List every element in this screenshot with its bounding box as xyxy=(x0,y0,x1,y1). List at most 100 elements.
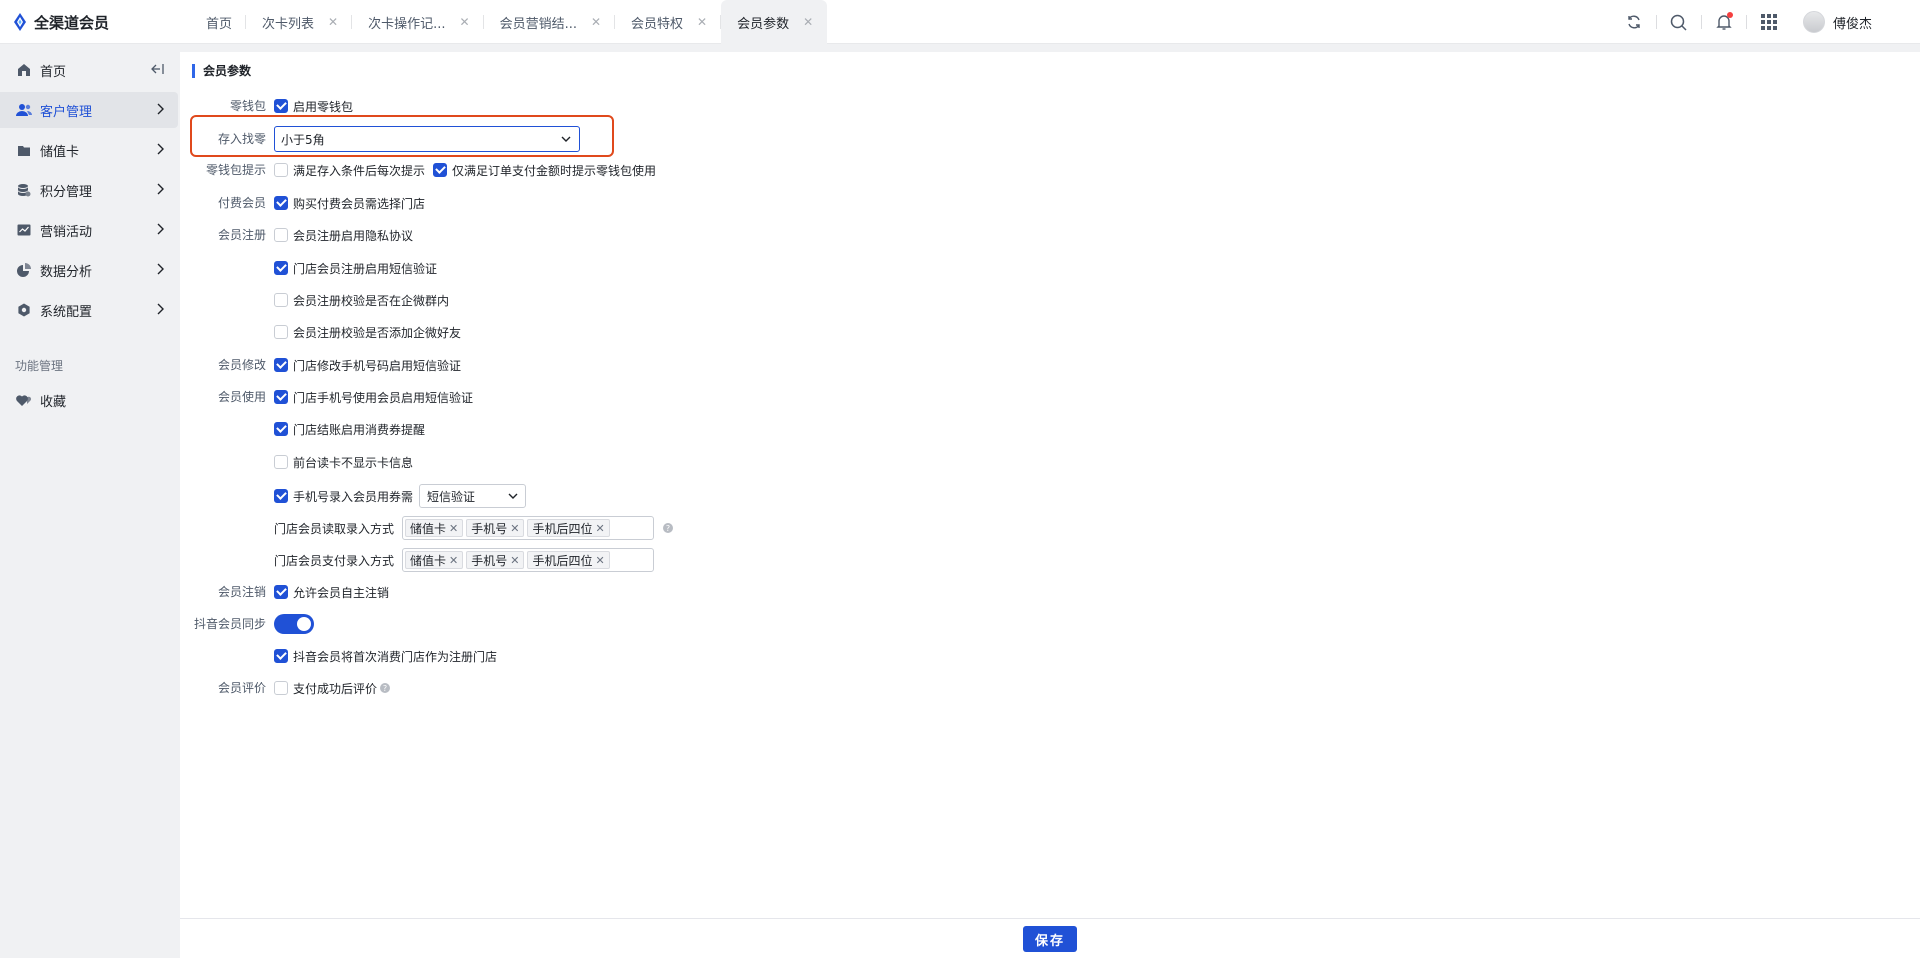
footer-bar: 保存 xyxy=(180,918,1920,958)
douyin-first-store-checkbox[interactable] xyxy=(274,649,288,663)
row-content: 门店会员读取录入方式 储值卡 ✕ 手机号 ✕ 手机后四位 ✕ ? xyxy=(274,516,674,540)
change-select[interactable]: 小于5角 xyxy=(274,126,580,152)
save-button[interactable]: 保存 xyxy=(1023,926,1077,952)
row-content: 门店会员支付录入方式 储值卡 ✕ 手机号 ✕ 手机后四位 ✕ xyxy=(274,548,655,572)
row-content: 门店结账启用消费券提醒 xyxy=(274,419,433,439)
wallet-tip-order-checkbox[interactable] xyxy=(433,163,448,177)
sidebar-item-label: 收藏 xyxy=(40,394,67,410)
register-sms-checkbox[interactable] xyxy=(274,261,288,275)
tab-label: 首页 xyxy=(206,16,233,32)
paid-store-checkbox[interactable] xyxy=(274,196,288,210)
row-label: 会员注销 xyxy=(217,585,266,599)
wallet-tip-every-checkbox[interactable] xyxy=(274,163,288,177)
help-icon[interactable]: ? xyxy=(380,683,391,693)
use-phone-sms-checkbox[interactable] xyxy=(274,390,288,404)
row-content: 手机号录入会员用券需 短信验证 xyxy=(274,484,527,508)
home-icon xyxy=(16,62,32,78)
tag: 手机后四位 ✕ xyxy=(527,551,610,569)
bell-icon[interactable] xyxy=(1714,12,1734,32)
sidebar-item-label: 营销活动 xyxy=(40,224,93,240)
chevron-right-icon xyxy=(156,103,164,119)
close-icon[interactable]: ✕ xyxy=(460,15,470,29)
help-icon[interactable]: ? xyxy=(663,523,674,533)
tag-close-icon[interactable]: ✕ xyxy=(596,522,605,535)
section-title: 会员参数 xyxy=(192,64,251,78)
checkbox-label: 手机号录入会员用券需 xyxy=(293,489,414,504)
checkbox-label: 启用零钱包 xyxy=(293,99,354,114)
sidebar-item-label: 数据分析 xyxy=(40,264,93,280)
tab-label: 次卡操作记... xyxy=(368,16,446,32)
close-icon[interactable]: ✕ xyxy=(591,15,601,29)
douyin-sync-toggle[interactable] xyxy=(274,614,314,634)
row-content: 支付成功后评价 ? xyxy=(274,678,391,698)
row-content: 会员注册启用隐私协议 xyxy=(274,225,421,245)
sidebar-item-label: 系统配置 xyxy=(40,304,93,320)
sidebar-item-favorites[interactable]: 收藏 xyxy=(0,382,178,418)
tab-card-list[interactable]: 次卡列表 ✕ xyxy=(246,0,353,44)
checkbox-label: 门店会员注册启用短信验证 xyxy=(293,261,438,276)
collapse-sidebar-icon[interactable] xyxy=(150,63,164,79)
checkbox-label: 会员注册启用隐私协议 xyxy=(293,228,414,243)
divider xyxy=(1655,15,1657,29)
register-privacy-checkbox[interactable] xyxy=(274,228,288,242)
users-icon xyxy=(16,102,32,118)
close-icon[interactable]: ✕ xyxy=(803,15,813,29)
apps-grid-icon[interactable] xyxy=(1759,12,1779,32)
sidebar-item-home[interactable]: 首页 xyxy=(0,52,178,88)
tag-close-icon[interactable]: ✕ xyxy=(510,522,519,535)
tag-close-icon[interactable]: ✕ xyxy=(596,554,605,567)
row-content: 前台读卡不显示卡信息 xyxy=(274,452,421,472)
brand[interactable]: 全渠道会员 xyxy=(12,0,109,44)
close-icon[interactable]: ✕ xyxy=(328,15,338,29)
sidebar-item-points[interactable]: 积分管理 xyxy=(0,172,178,208)
review-after-pay-checkbox[interactable] xyxy=(274,681,288,695)
register-wecom-group-checkbox[interactable] xyxy=(274,293,288,307)
hide-card-info-checkbox[interactable] xyxy=(274,455,288,469)
tab-label: 会员参数 xyxy=(737,16,790,32)
row-content: 抖音会员将首次消费门店作为注册门店 xyxy=(274,646,505,666)
tab-privileges[interactable]: 会员特权 ✕ xyxy=(615,0,722,44)
chevron-right-icon xyxy=(156,263,164,279)
tag: 手机号 ✕ xyxy=(466,519,525,537)
search-icon[interactable] xyxy=(1669,12,1689,32)
pie-chart-icon xyxy=(16,262,32,278)
row-content: 启用零钱包 xyxy=(274,96,361,116)
row-label: 零钱包提示 xyxy=(205,163,266,177)
card-icon xyxy=(16,142,32,158)
phone-coupon-verify-checkbox[interactable] xyxy=(274,489,288,503)
top-actions: 傅俊杰 xyxy=(1612,0,1920,44)
sidebar-item-stored-value[interactable]: 储值卡 xyxy=(0,132,178,168)
wallet-enable-checkbox[interactable] xyxy=(274,99,288,113)
row-content: 购买付费会员需选择门店 xyxy=(274,193,433,213)
tab-label: 次卡列表 xyxy=(262,16,315,32)
tab-card-records[interactable]: 次卡操作记... ✕ xyxy=(352,0,485,44)
sidebar-item-customers[interactable]: 客户管理 xyxy=(0,92,178,128)
chevron-down-icon xyxy=(508,493,518,499)
tag-label: 储值卡 xyxy=(410,521,447,536)
self-cancel-checkbox[interactable] xyxy=(274,585,288,599)
sidebar-item-system-config[interactable]: 系统配置 xyxy=(0,292,178,328)
coupon-verify-select[interactable]: 短信验证 xyxy=(419,484,527,508)
sidebar: 首页 客户管理 储值卡 积分管理 营销活动 数据分析 系统配置 功能管理 收藏 xyxy=(0,44,180,958)
read-method-select[interactable]: 储值卡 ✕ 手机号 ✕ 手机后四位 ✕ xyxy=(402,516,655,540)
tab-member-params[interactable]: 会员参数 ✕ xyxy=(721,0,828,44)
register-wecom-friend-checkbox[interactable] xyxy=(274,325,288,339)
checkout-coupon-reminder-checkbox[interactable] xyxy=(274,422,288,436)
close-icon[interactable]: ✕ xyxy=(697,15,707,29)
avatar[interactable] xyxy=(1802,11,1825,33)
sidebar-item-marketing[interactable]: 营销活动 xyxy=(0,212,178,248)
pay-method-select[interactable]: 储值卡 ✕ 手机号 ✕ 手机后四位 ✕ xyxy=(402,548,655,572)
sidebar-item-analytics[interactable]: 数据分析 xyxy=(0,252,178,288)
tab-home[interactable]: 首页 xyxy=(190,0,247,44)
checkbox-label: 门店手机号使用会员启用短信验证 xyxy=(293,390,474,405)
refresh-icon[interactable] xyxy=(1624,12,1644,32)
user-name[interactable]: 傅俊杰 xyxy=(1833,13,1872,32)
row-label: 付费会员 xyxy=(217,196,266,210)
tag-close-icon[interactable]: ✕ xyxy=(449,522,458,535)
main-content: 会员参数 零钱包 启用零钱包 存入找零 小于5角 零钱包提示 满足存入条件后每次… xyxy=(180,52,1920,918)
tab-marketing[interactable]: 会员营销结... ✕ xyxy=(484,0,616,44)
tag-close-icon[interactable]: ✕ xyxy=(510,554,519,567)
tag: 储值卡 ✕ xyxy=(405,519,464,537)
modify-phone-sms-checkbox[interactable] xyxy=(274,358,288,372)
tag-close-icon[interactable]: ✕ xyxy=(449,554,458,567)
